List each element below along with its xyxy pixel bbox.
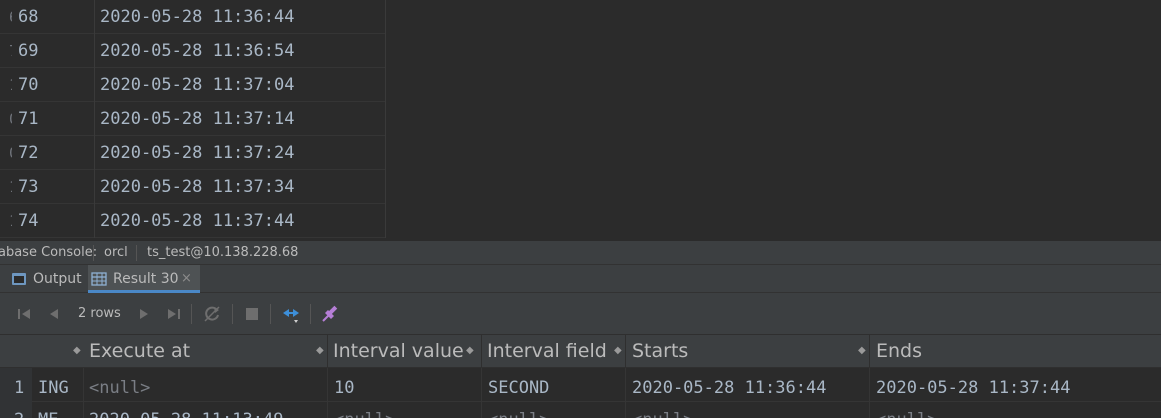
column-header-label: Execute at bbox=[89, 340, 191, 362]
sort-icon[interactable]: ◆ bbox=[858, 335, 866, 367]
table-row[interactable]: 1 ING <null> 10 SECOND 2020-05-28 11:36:… bbox=[0, 368, 1161, 402]
transaction-mode-icon[interactable] bbox=[281, 304, 301, 324]
table-row[interactable]: 7 69 2020-05-28 11:36:54 bbox=[0, 34, 385, 68]
pin-icon[interactable] bbox=[320, 304, 340, 324]
cell-id[interactable]: 69 bbox=[12, 34, 95, 68]
tab-result[interactable]: Result 30 × bbox=[88, 265, 200, 293]
cell-interval-field[interactable]: <null> bbox=[482, 402, 626, 418]
tab-output[interactable]: Output bbox=[8, 265, 88, 293]
table-row[interactable]: 0 71 2020-05-28 11:37:14 bbox=[0, 102, 385, 136]
column-header-label: Ends bbox=[876, 340, 923, 362]
result-grid-body: 1 ING <null> 10 SECOND 2020-05-28 11:36:… bbox=[0, 368, 1161, 418]
cell-id[interactable]: 72 bbox=[12, 136, 95, 170]
previous-page-icon[interactable] bbox=[44, 304, 64, 324]
tab-output-label: Output bbox=[33, 271, 82, 287]
sort-icon[interactable]: ◆ bbox=[466, 335, 474, 367]
breadcrumb-schema[interactable]: orcl bbox=[104, 241, 128, 265]
breadcrumb-connection[interactable]: ts_test@10.138.228.68 bbox=[147, 241, 298, 265]
cell-starts[interactable]: 2020-05-28 11:36:44 bbox=[626, 368, 870, 402]
cell-state[interactable]: ME bbox=[32, 402, 84, 418]
cell-id[interactable]: 68 bbox=[12, 0, 95, 34]
cell-time[interactable]: 2020-05-28 11:36:44 bbox=[95, 0, 386, 34]
breadcrumb-separator bbox=[136, 245, 137, 261]
first-page-icon[interactable] bbox=[14, 304, 34, 324]
table-row[interactable]: 2 ME 2020-05-28 11:13:49 <null> <null> <… bbox=[0, 402, 1161, 418]
cell-id[interactable]: 74 bbox=[12, 204, 95, 238]
next-page-icon[interactable] bbox=[134, 304, 154, 324]
cell-time[interactable]: 2020-05-28 11:36:54 bbox=[95, 34, 386, 68]
toolbar-separator bbox=[270, 304, 271, 324]
database-result-window: 6 68 2020-05-28 11:36:44 7 69 2020-05-28… bbox=[0, 0, 1161, 418]
table-icon bbox=[91, 272, 107, 286]
column-header-interval-field[interactable]: ◆ Interval field bbox=[466, 335, 626, 368]
cell-starts[interactable]: <null> bbox=[626, 402, 870, 418]
column-header-starts[interactable]: ◆ Starts bbox=[614, 335, 870, 368]
sort-icon[interactable]: ◆ bbox=[316, 335, 324, 367]
cell-time[interactable]: 2020-05-28 11:37:44 bbox=[95, 204, 386, 238]
cell-state[interactable]: ING bbox=[32, 368, 84, 402]
cell-id[interactable]: 71 bbox=[12, 102, 95, 136]
column-header-label: Interval value bbox=[333, 340, 464, 362]
cell-time[interactable]: 2020-05-28 11:37:14 bbox=[95, 102, 386, 136]
row-number: 1 bbox=[0, 368, 32, 402]
column-header-label: Starts bbox=[632, 340, 689, 362]
column-header-interval-value[interactable]: ◆ Interval value bbox=[316, 335, 482, 368]
toolbar-separator bbox=[191, 304, 192, 324]
column-header-execute-at[interactable]: ◆ Execute at bbox=[38, 335, 328, 368]
table-row[interactable]: 1 74 2020-05-28 11:37:44 bbox=[0, 204, 385, 238]
last-page-icon[interactable] bbox=[164, 304, 184, 324]
result-toolbar: 2 rows bbox=[0, 293, 1161, 335]
services-breadcrumb: abase Console: orcl ts_test@10.138.228.6… bbox=[0, 240, 1161, 265]
cell-ends[interactable]: 2020-05-28 11:37:44 bbox=[870, 368, 1161, 402]
stop-icon[interactable] bbox=[242, 304, 262, 324]
column-header-label: Interval field bbox=[487, 340, 607, 362]
cell-time[interactable]: 2020-05-28 11:37:34 bbox=[95, 170, 386, 204]
top-result-grid: 6 68 2020-05-28 11:36:44 7 69 2020-05-28… bbox=[0, 0, 1161, 240]
result-grid-header: ◆ Execute at ◆ Interval value ◆ Interval… bbox=[0, 335, 1161, 368]
close-icon[interactable]: × bbox=[181, 265, 192, 293]
cell-interval-value[interactable]: <null> bbox=[328, 402, 482, 418]
cell-id[interactable]: 73 bbox=[12, 170, 95, 204]
cell-execute-at[interactable]: 2020-05-28 11:13:49 bbox=[84, 402, 328, 418]
toolbar-separator bbox=[232, 304, 233, 324]
table-row[interactable]: 0 72 2020-05-28 11:37:24 bbox=[0, 136, 385, 170]
table-row[interactable]: 6 68 2020-05-28 11:36:44 bbox=[0, 0, 385, 34]
console-icon bbox=[12, 273, 26, 285]
cell-time[interactable]: 2020-05-28 11:37:24 bbox=[95, 136, 386, 170]
breadcrumb-console[interactable]: abase Console: bbox=[0, 241, 97, 265]
row-number: 2 bbox=[0, 402, 32, 418]
breadcrumb-separator bbox=[93, 245, 94, 261]
sort-icon[interactable]: ◆ bbox=[73, 335, 81, 367]
row-number-header bbox=[0, 335, 38, 368]
cell-interval-value[interactable]: 10 bbox=[328, 368, 482, 402]
cell-time[interactable]: 2020-05-28 11:37:04 bbox=[95, 68, 386, 102]
toolbar-separator bbox=[310, 304, 311, 324]
cell-execute-at[interactable]: <null> bbox=[84, 368, 328, 402]
reload-icon[interactable] bbox=[202, 304, 222, 324]
table-row[interactable]: 1 70 2020-05-28 11:37:04 bbox=[0, 68, 385, 102]
table-row[interactable]: 1 73 2020-05-28 11:37:34 bbox=[0, 170, 385, 204]
result-tab-bar: Output Result 30 × bbox=[0, 265, 1161, 293]
cell-id[interactable]: 70 bbox=[12, 68, 95, 102]
sort-icon[interactable]: ◆ bbox=[614, 335, 622, 367]
cell-ends[interactable]: <null> bbox=[870, 402, 1161, 418]
row-count-label[interactable]: 2 rows bbox=[78, 293, 121, 335]
top-result-table: 6 68 2020-05-28 11:36:44 7 69 2020-05-28… bbox=[0, 0, 386, 238]
cell-interval-field[interactable]: SECOND bbox=[482, 368, 626, 402]
column-header-ends[interactable]: ◆ Ends bbox=[858, 335, 1161, 368]
tab-result-label: Result 30 bbox=[113, 271, 179, 287]
